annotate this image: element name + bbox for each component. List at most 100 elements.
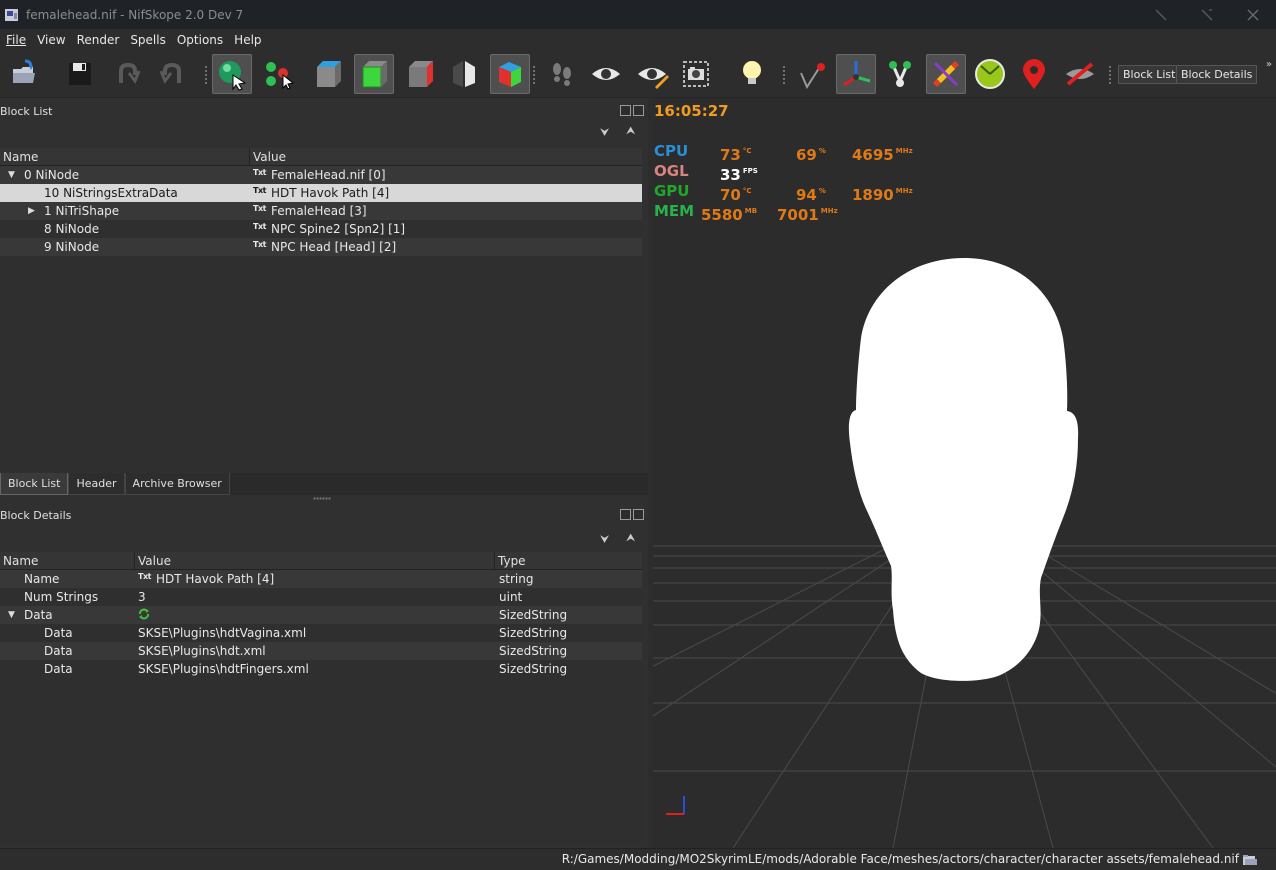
dock-splitter-handle[interactable] xyxy=(313,497,331,500)
undo-button[interactable] xyxy=(108,54,148,94)
view-front-button[interactable] xyxy=(354,54,394,94)
tab-archive-browser[interactable]: Archive Browser xyxy=(124,473,230,495)
detail-value-cell[interactable] xyxy=(135,606,495,624)
view-walk-button[interactable] xyxy=(444,54,484,94)
expand-all-icon[interactable]: ⮝ xyxy=(626,531,635,545)
row-value-cell: Txt FemaleHead.nif [0] xyxy=(250,166,642,184)
float-icon[interactable] xyxy=(620,105,631,116)
detail-value-cell[interactable]: Txt HDT Havok Path [4] xyxy=(135,570,495,588)
minimize-button[interactable] xyxy=(1138,0,1184,29)
status-bar: R:/Games/Modding/MO2SkyrimLE/mods/Adorab… xyxy=(0,848,1276,870)
load-icon xyxy=(13,59,35,83)
collapse-all-icon[interactable]: ⮟ xyxy=(600,126,609,140)
row-value: FemaleHead [3] xyxy=(271,204,367,218)
mem-clock-unit: MHz xyxy=(820,207,838,215)
column-value[interactable]: Value xyxy=(250,148,642,166)
tab-block-list[interactable]: Block List xyxy=(0,473,69,495)
menu-file[interactable]: File xyxy=(0,29,31,51)
view-user-button[interactable] xyxy=(490,54,530,94)
detail-row[interactable]: Data SKSE\Plugins\hdt.xml SizedString xyxy=(0,642,642,660)
cpu-clock-value: 4695 xyxy=(852,146,894,164)
tree-row[interactable]: 9 NiNode Txt NPC Head [Head] [2] xyxy=(0,238,642,256)
row-value: HDT Havok Path [4] xyxy=(271,186,390,200)
axes-icon xyxy=(843,61,871,87)
tree-row[interactable]: 8 NiNode Txt NPC Spine2 [Spn2] [1] xyxy=(0,220,642,238)
save-icon xyxy=(69,63,91,85)
load-button[interactable] xyxy=(4,54,44,94)
detail-value[interactable]: SKSE\Plugins\hdtFingers.xml xyxy=(135,660,495,678)
cpu-temp-unit: °C xyxy=(742,147,752,155)
overlay-cpu-label: CPU xyxy=(654,142,689,160)
block-list-toggle-button[interactable]: Block List xyxy=(1118,65,1181,84)
redo-button[interactable] xyxy=(152,54,192,94)
detail-type: string xyxy=(499,572,534,586)
lighting-button[interactable] xyxy=(732,54,772,94)
show-nodes-button[interactable] xyxy=(632,54,672,94)
save-button[interactable] xyxy=(60,54,100,94)
tree-row[interactable]: ▼ 0 NiNode Txt FemaleHead.nif [0] xyxy=(0,166,642,184)
close-icon xyxy=(1247,9,1259,20)
close-button[interactable] xyxy=(1230,0,1276,29)
tab-header[interactable]: Header xyxy=(68,473,125,495)
refresh-icon[interactable] xyxy=(138,608,150,620)
detail-row[interactable]: Num Strings 3 uint xyxy=(0,588,642,606)
detail-value[interactable]: SKSE\Plugins\hdt.xml xyxy=(135,642,495,660)
render-viewport[interactable]: 16:05:27 CPU 73 °C 69% 4695 MHz OGL 33 FPS … xyxy=(653,98,1276,848)
menu-help[interactable]: Help xyxy=(228,29,266,51)
show-axes-button[interactable] xyxy=(836,54,876,94)
toolbar-grip[interactable] xyxy=(532,65,536,85)
toolbar-grip[interactable] xyxy=(204,65,208,85)
menu-spells[interactable]: Spells xyxy=(124,29,171,51)
detail-row[interactable]: Name Txt HDT Havok Path [4] string xyxy=(0,570,642,588)
screenshot-button[interactable] xyxy=(676,54,716,94)
show-location-button[interactable] xyxy=(1014,54,1054,94)
camera-icon xyxy=(683,61,709,87)
detail-value[interactable]: SKSE\Plugins\hdtVagina.xml xyxy=(135,624,495,642)
view-user-icon xyxy=(499,62,521,87)
close-dock-icon[interactable] xyxy=(633,105,644,116)
detail-name: Data xyxy=(24,608,53,622)
gpu-clock-unit: MHz xyxy=(895,187,913,195)
view-top-button[interactable] xyxy=(308,54,348,94)
toolbar-grip[interactable] xyxy=(1108,65,1112,85)
menu-render[interactable]: Render xyxy=(71,29,125,51)
column-type[interactable]: Type xyxy=(495,552,642,570)
toolbar-grip[interactable] xyxy=(782,65,786,85)
float-icon[interactable] xyxy=(620,509,631,520)
detail-value: HDT Havok Path [4] xyxy=(156,572,275,586)
collapse-all-icon[interactable]: ⮟ xyxy=(600,533,609,547)
detail-row[interactable]: Data SKSE\Plugins\hdtFingers.xml SizedSt… xyxy=(0,660,642,678)
maximize-button[interactable] xyxy=(1184,0,1230,29)
select-vertex-button[interactable] xyxy=(258,54,298,94)
show-havok-button[interactable] xyxy=(926,54,966,94)
tree-row-selected[interactable]: 10 NiStringsExtraData Txt HDT Havok Path … xyxy=(0,184,642,202)
select-object-button[interactable] xyxy=(212,54,252,94)
view-side-button[interactable] xyxy=(400,54,440,94)
show-furniture-button[interactable] xyxy=(970,54,1010,94)
block-details-toggle-button[interactable]: Block Details xyxy=(1176,65,1258,84)
row-value-cell: Txt HDT Havok Path [4] xyxy=(250,184,642,202)
expand-all-icon[interactable]: ⮝ xyxy=(626,124,635,138)
menu-options[interactable]: Options xyxy=(171,29,228,51)
txt-icon: Txt xyxy=(253,240,266,249)
select-object-icon xyxy=(219,61,247,91)
view-side-icon xyxy=(409,61,433,87)
show-constraints-button[interactable] xyxy=(880,54,920,94)
minimize-icon xyxy=(1155,9,1167,20)
folder-icon[interactable] xyxy=(1243,854,1257,866)
detail-row[interactable]: Data SKSE\Plugins\hdtVagina.xml SizedStr… xyxy=(0,624,642,642)
tree-row[interactable]: ▶ 1 NiTriShape Txt FemaleHead [3] xyxy=(0,202,642,220)
column-value[interactable]: Value xyxy=(135,552,495,570)
menu-view[interactable]: View xyxy=(31,29,70,51)
mem-clock-value: 7001 xyxy=(777,206,819,224)
show-hidden-button[interactable] xyxy=(586,54,626,94)
detail-value[interactable]: 3 xyxy=(135,588,495,606)
show-markers-button[interactable] xyxy=(792,54,832,94)
column-name[interactable]: Name xyxy=(0,552,135,570)
column-name[interactable]: Name xyxy=(0,148,250,166)
detail-row[interactable]: ▼ Data SizedString xyxy=(0,606,642,624)
close-dock-icon[interactable] xyxy=(633,509,644,520)
toolbar-extension-button[interactable]: » xyxy=(1266,59,1272,70)
walk-mode-button[interactable] xyxy=(542,54,582,94)
hide-button[interactable] xyxy=(1060,54,1100,94)
